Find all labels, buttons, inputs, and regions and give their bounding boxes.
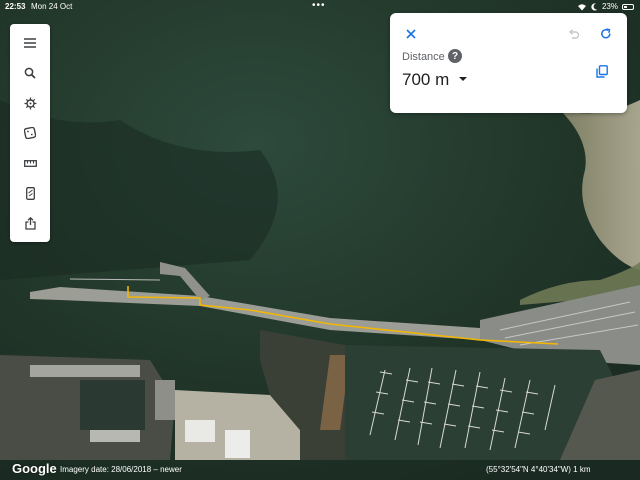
- voyager-button[interactable]: [10, 88, 50, 118]
- unit-dropdown-icon[interactable]: [459, 77, 467, 81]
- copy-icon: [596, 64, 608, 78]
- imagery-date: Imagery date: 28/06/2018 – newer: [60, 465, 182, 474]
- dice-icon: [24, 127, 36, 139]
- bottom-bar: Google Imagery date: 28/06/2018 – newer …: [0, 459, 640, 480]
- left-toolbar: [10, 24, 50, 242]
- menu-icon: [24, 38, 36, 48]
- close-icon: [406, 29, 416, 39]
- phone-icon: [25, 186, 35, 200]
- measure-panel: Distance ? 700 m: [390, 13, 627, 113]
- distance-value: 700 m: [402, 70, 450, 89]
- copy-button[interactable]: [591, 60, 613, 82]
- undo-button[interactable]: [563, 23, 585, 45]
- search-icon: [24, 67, 36, 79]
- share-button[interactable]: [10, 208, 50, 238]
- voyager-icon: [24, 97, 36, 109]
- moon-icon: [591, 2, 598, 11]
- mobile-button[interactable]: [10, 178, 50, 208]
- search-button[interactable]: [10, 58, 50, 88]
- measure-button[interactable]: [10, 148, 50, 178]
- redo-icon: [601, 28, 611, 39]
- help-icon[interactable]: ?: [448, 49, 462, 63]
- date: Mon 24 Oct: [31, 2, 73, 11]
- status-icons: 23%: [577, 2, 634, 11]
- feeling-lucky-button[interactable]: [10, 118, 50, 148]
- menu-button[interactable]: [10, 28, 50, 58]
- coordinates-scale: (55°32'54"N 4°40'34"W) 1 km: [486, 465, 591, 474]
- google-logo: Google: [12, 461, 57, 476]
- clock: 22:53: [5, 2, 26, 11]
- status-bar: 22:53 Mon 24 Oct ••• 23%: [0, 0, 640, 14]
- wifi-icon: [577, 3, 586, 10]
- battery-icon: [622, 3, 634, 10]
- multitask-dots-icon[interactable]: •••: [312, 0, 326, 11]
- undo-icon: [568, 29, 580, 39]
- share-icon: [24, 216, 36, 230]
- battery-percent: 23%: [601, 2, 618, 11]
- distance-label: Distance: [402, 51, 445, 63]
- ruler-icon: [23, 159, 37, 167]
- close-button[interactable]: [400, 23, 422, 45]
- redo-button[interactable]: [595, 23, 617, 45]
